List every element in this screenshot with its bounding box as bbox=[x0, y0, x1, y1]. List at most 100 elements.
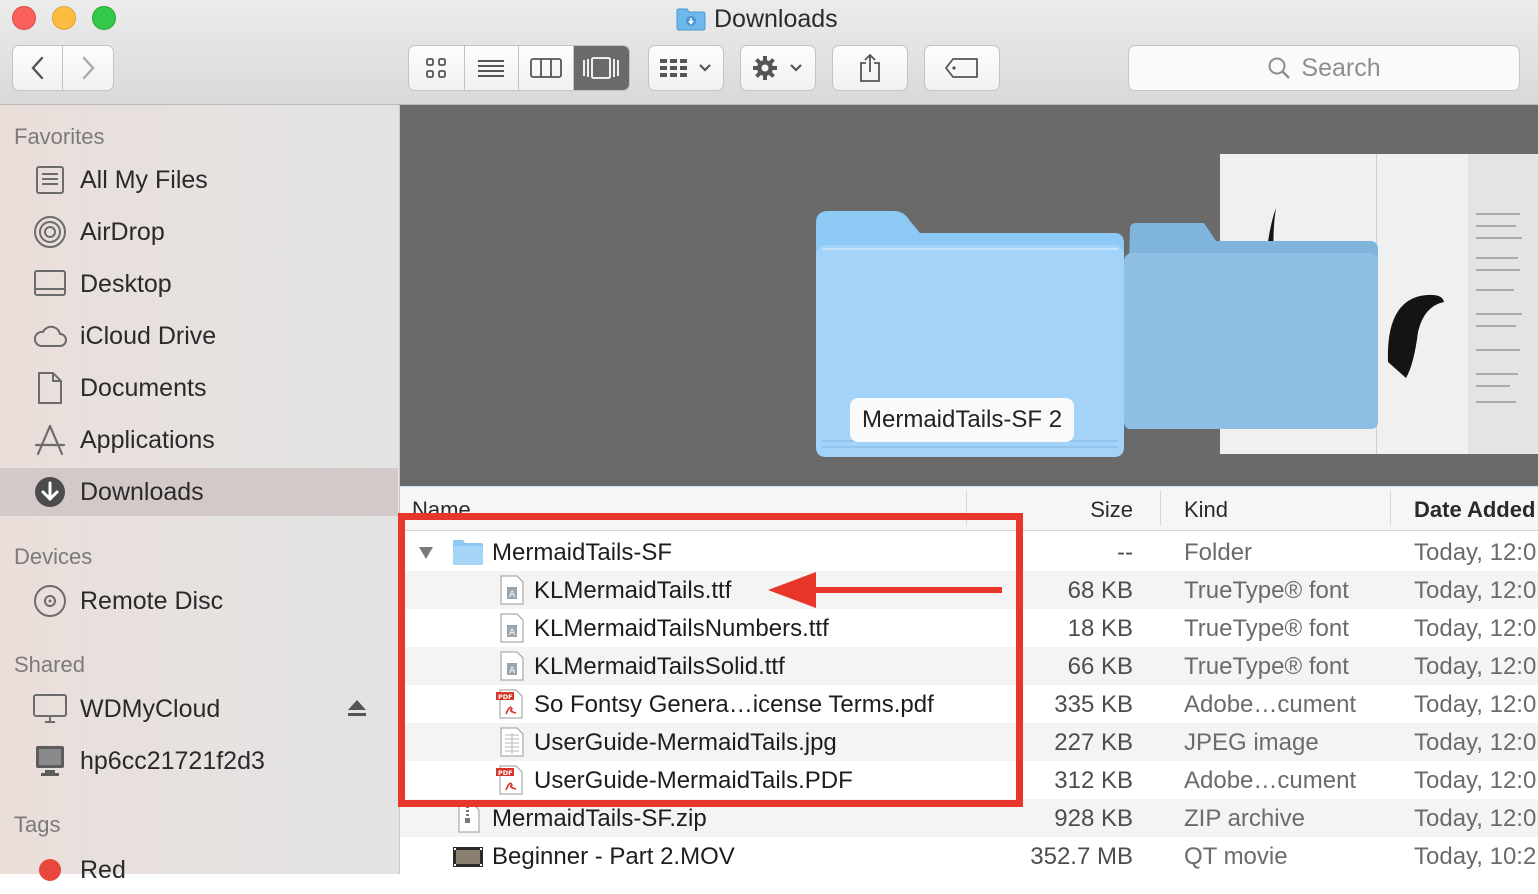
zoom-window-button[interactable] bbox=[92, 6, 116, 30]
movie-file-icon bbox=[453, 847, 483, 867]
search-icon bbox=[1268, 57, 1291, 79]
sidebar-item-documents[interactable]: Documents bbox=[0, 364, 398, 412]
file-date-added: Today, 12:0 bbox=[1414, 653, 1537, 680]
sidebar-item-airdrop[interactable]: AirDrop bbox=[0, 208, 398, 256]
downloads-folder-icon bbox=[676, 7, 706, 31]
chevron-right-icon bbox=[82, 56, 95, 80]
file-row[interactable]: UserGuide-MermaidTails.jpg 227 KB JPEG i… bbox=[400, 723, 1538, 761]
kind-column-header[interactable]: Kind bbox=[1184, 497, 1228, 523]
all-files-icon bbox=[32, 162, 68, 198]
chevron-left-icon bbox=[30, 56, 43, 80]
file-row[interactable]: MermaidTails-SF -- Folder Today, 12:0 bbox=[400, 533, 1538, 571]
preview-caption: MermaidTails-SF 2 bbox=[850, 398, 1075, 442]
column-header: Name Size Kind Date Added bbox=[400, 486, 1538, 531]
file-row[interactable]: A KLMermaidTailsNumbers.ttf 18 KB TrueTy… bbox=[400, 609, 1538, 647]
view-mode-control bbox=[408, 45, 630, 91]
sidebar-item-hp6cc21721f2d3[interactable]: hp6cc21721f2d3 bbox=[0, 737, 398, 785]
share-icon bbox=[860, 53, 880, 82]
favorites-heading: Favorites bbox=[14, 124, 105, 149]
file-date-added: Today, 12:0 bbox=[1414, 767, 1537, 794]
sidebar-item-label: Remote Disc bbox=[80, 586, 224, 615]
edit-tags-button[interactable] bbox=[924, 45, 1000, 91]
sidebar-item-all-my-files[interactable]: All My Files bbox=[0, 156, 398, 204]
sidebar-item-label: Documents bbox=[80, 373, 207, 402]
back-button[interactable] bbox=[13, 46, 64, 90]
grid-icon bbox=[426, 58, 447, 78]
pdf-file-icon: PDF bbox=[496, 689, 523, 719]
zip-file-icon bbox=[458, 803, 480, 833]
search-field[interactable]: Search bbox=[1128, 45, 1520, 91]
file-kind: TrueType® font bbox=[1184, 615, 1349, 642]
eject-icon[interactable] bbox=[346, 697, 368, 726]
window-title-text: Downloads bbox=[714, 4, 838, 33]
disclosure-triangle-icon[interactable] bbox=[418, 546, 434, 560]
file-name: KLMermaidTailsSolid.ttf bbox=[534, 653, 785, 680]
file-row[interactable]: Beginner - Part 2.MOV 352.7 MB QT movie … bbox=[400, 837, 1538, 874]
red-tag-dot-icon bbox=[32, 852, 68, 888]
file-date-added: Today, 12:0 bbox=[1414, 615, 1537, 642]
action-menu-button[interactable] bbox=[740, 45, 816, 91]
sidebar-item-remote-disc[interactable]: Remote Disc bbox=[0, 577, 398, 625]
sidebar-item-downloads[interactable]: Downloads bbox=[0, 468, 398, 516]
window-title: Downloads bbox=[676, 4, 838, 34]
desktop-icon bbox=[32, 266, 68, 302]
file-size: 352.7 MB bbox=[1030, 843, 1133, 870]
file-size: 227 KB bbox=[1054, 729, 1133, 756]
file-name: Beginner - Part 2.MOV bbox=[492, 843, 735, 870]
file-row[interactable]: PDF So Fontsy Genera…icense Terms.pdf 33… bbox=[400, 685, 1538, 723]
column-divider[interactable] bbox=[966, 491, 967, 525]
tags-heading: Tags bbox=[14, 812, 61, 837]
name-column-header[interactable]: Name bbox=[412, 497, 471, 523]
sidebar-item-tag-red[interactable]: Red bbox=[0, 846, 398, 894]
sidebar-item-label: iCloud Drive bbox=[80, 321, 217, 350]
sidebar-item-label: WDMyCloud bbox=[80, 694, 221, 723]
size-column-header[interactable]: Size bbox=[1090, 497, 1133, 523]
column-view-button[interactable] bbox=[519, 46, 574, 90]
file-kind: TrueType® font bbox=[1184, 653, 1349, 680]
column-divider[interactable] bbox=[1160, 491, 1161, 525]
sidebar-item-desktop[interactable]: Desktop bbox=[0, 260, 398, 308]
sidebar-item-wdmycloud[interactable]: WDMyCloud bbox=[0, 685, 398, 733]
applications-icon bbox=[32, 422, 68, 458]
column-divider[interactable] bbox=[1390, 491, 1391, 525]
image-file-icon bbox=[500, 727, 524, 757]
sidebar-item-applications[interactable]: Applications bbox=[0, 416, 398, 464]
monitor-icon bbox=[32, 743, 68, 779]
file-size: 928 KB bbox=[1054, 805, 1133, 832]
close-window-button[interactable] bbox=[12, 6, 36, 30]
file-kind: Folder bbox=[1184, 539, 1253, 566]
sidebar-item-label: AirDrop bbox=[80, 217, 165, 246]
forward-button[interactable] bbox=[63, 46, 113, 90]
file-date-added: Today, 12:0 bbox=[1414, 539, 1537, 566]
file-row[interactable]: A KLMermaidTailsSolid.ttf 66 KB TrueType… bbox=[400, 647, 1538, 685]
file-kind: TrueType® font bbox=[1184, 577, 1349, 604]
pdf-file-icon: PDF bbox=[496, 765, 523, 795]
airdrop-icon bbox=[32, 214, 68, 250]
icon-view-button[interactable] bbox=[409, 46, 465, 90]
file-name: UserGuide-MermaidTails.PDF bbox=[534, 767, 853, 794]
file-name: KLMermaidTails.ttf bbox=[534, 577, 732, 604]
file-size: 68 KB bbox=[1067, 577, 1133, 604]
svg-text:A: A bbox=[509, 628, 516, 638]
list-view-button[interactable] bbox=[465, 46, 519, 90]
sidebar: Favorites All My Files AirDrop Desktop i… bbox=[0, 105, 400, 884]
svg-text:PDF: PDF bbox=[498, 769, 513, 777]
folder-thumbnail-back[interactable] bbox=[1122, 223, 1380, 429]
minimize-window-button[interactable] bbox=[52, 6, 76, 30]
file-row[interactable]: PDF UserGuide-MermaidTails.PDF 312 KB Ad… bbox=[400, 761, 1538, 799]
sidebar-item-icloud-drive[interactable]: iCloud Drive bbox=[0, 312, 398, 360]
cover-flow-view-button[interactable] bbox=[573, 46, 629, 90]
file-row[interactable]: MermaidTails-SF.zip 928 KB ZIP archive T… bbox=[400, 799, 1538, 837]
tag-icon bbox=[945, 58, 978, 78]
date-added-column-header[interactable]: Date Added bbox=[1414, 497, 1535, 523]
shared-heading: Shared bbox=[14, 652, 85, 677]
file-date-added: Today, 12:0 bbox=[1414, 691, 1537, 718]
file-size: 335 KB bbox=[1054, 691, 1133, 718]
file-date-added: Today, 12:0 bbox=[1414, 577, 1537, 604]
sidebar-item-label: Applications bbox=[80, 425, 215, 454]
share-button[interactable] bbox=[832, 45, 908, 91]
cover-flow-preview[interactable]: MermaidTails-SF 2 bbox=[400, 105, 1538, 486]
file-name: So Fontsy Genera…icense Terms.pdf bbox=[534, 691, 934, 718]
svg-text:A: A bbox=[509, 666, 516, 676]
arrange-button[interactable] bbox=[648, 45, 724, 91]
